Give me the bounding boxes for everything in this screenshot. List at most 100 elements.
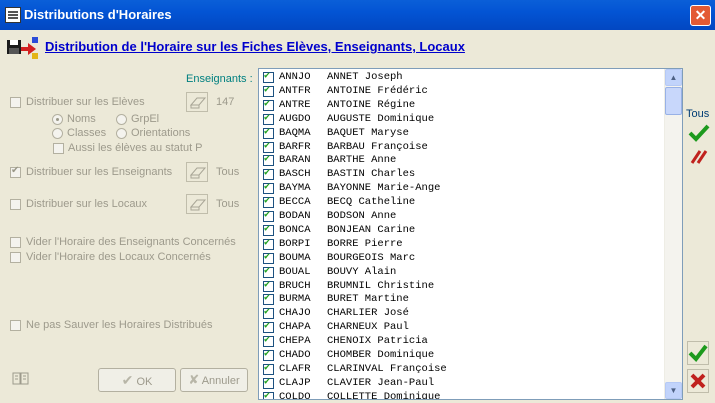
list-item-code: ANNJO xyxy=(279,71,311,83)
list-item-checkbox[interactable] xyxy=(263,167,274,181)
enseignants-scope: Tous xyxy=(216,166,240,178)
vider-locaux-checkbox[interactable] xyxy=(10,252,21,263)
scroll-down-button[interactable]: ▼ xyxy=(665,382,682,399)
distribuer-eleves-checkbox[interactable] xyxy=(10,97,21,108)
list-item[interactable]: BAQMA BAQUET Maryse xyxy=(259,126,669,141)
check-icon: ✔ xyxy=(121,372,134,388)
list-item-checkbox[interactable] xyxy=(263,70,274,83)
confirm-button[interactable] xyxy=(687,341,709,365)
list-item-code: CLAJP xyxy=(279,376,311,389)
book-icon[interactable] xyxy=(12,372,30,385)
list-item[interactable]: ANTFR ANTOINE Frédéric xyxy=(259,84,669,99)
eraser-button-locaux[interactable] xyxy=(186,194,208,214)
distribuer-locaux-checkbox[interactable] xyxy=(10,199,21,210)
radio-orientations[interactable] xyxy=(116,128,127,139)
distribuer-enseignants-label: Distribuer sur les Enseignants xyxy=(26,166,173,178)
list-item[interactable]: CHADO CHOMBER Dominique xyxy=(259,348,669,363)
list-item-checkbox[interactable] xyxy=(263,98,274,111)
list-item-name: CLARINVAL Françoise xyxy=(327,362,447,375)
list-item[interactable]: BOUMA BOURGEOIS Marc xyxy=(259,251,669,266)
scroll-thumb[interactable] xyxy=(665,87,682,115)
cancel-button[interactable] xyxy=(687,369,709,393)
annuler-button[interactable]: ✘ Annuler xyxy=(180,368,248,392)
list-item-checkbox[interactable] xyxy=(263,390,274,399)
list-item[interactable]: BORPI BORRE Pierre xyxy=(259,237,669,252)
vider-enseignants-checkbox[interactable] xyxy=(10,237,21,248)
eraser-button-eleves[interactable] xyxy=(186,92,208,112)
list-item[interactable]: BONCA BONJEAN Carine xyxy=(259,223,669,238)
page-title[interactable]: Distribution de l'Horaire sur les Fiches… xyxy=(45,39,465,54)
list-item-checkbox[interactable] xyxy=(263,209,274,222)
list-item-code: CHAPA xyxy=(279,321,311,334)
eraser-button-enseignants[interactable] xyxy=(186,162,208,182)
list-item[interactable]: BARAN BARTHE Anne xyxy=(259,153,669,168)
list-item-checkbox[interactable] xyxy=(263,279,274,292)
list-item-checkbox[interactable] xyxy=(263,376,274,389)
list-item-checkbox[interactable] xyxy=(263,84,274,97)
list-item[interactable]: BAYMA BAYONNE Marie-Ange xyxy=(259,181,669,196)
list-item-name: BAQUET Maryse xyxy=(327,126,409,139)
list-item[interactable]: CHAPA CHARNEUX Paul xyxy=(259,320,669,335)
list-item-checkbox[interactable] xyxy=(263,140,274,153)
list-item-checkbox[interactable] xyxy=(263,195,274,209)
list-item[interactable]: BECCA BECQ Catheline xyxy=(259,195,669,210)
uncheck-all-icon[interactable] xyxy=(688,147,710,167)
ne-pas-sauver-checkbox[interactable] xyxy=(10,320,21,331)
list-item[interactable]: AUGDO AUGUSTE Dominique xyxy=(259,112,669,127)
list-item[interactable]: BRUCH BRUMNIL Christine xyxy=(259,279,669,294)
list-item-name: BORRE Pierre xyxy=(327,237,403,250)
check-all-icon[interactable] xyxy=(688,123,710,143)
radio-classes-label: Classes xyxy=(67,127,107,139)
list-item-checkbox[interactable] xyxy=(263,292,274,306)
list-item[interactable]: BODAN BODSON Anne xyxy=(259,209,669,224)
window-title: Distributions d'Horaires xyxy=(24,7,172,22)
list-item-checkbox[interactable] xyxy=(263,251,274,264)
locaux-scope: Tous xyxy=(216,198,240,210)
list-item[interactable]: CHAJO CHARLIER José xyxy=(259,306,669,321)
list-item[interactable]: COLDO COLLETTE Dominique xyxy=(259,390,669,399)
list-item-name: AUGUSTE Dominique xyxy=(327,112,435,125)
list-item[interactable]: CLAJP CLAVIER Jean-Paul xyxy=(259,376,669,391)
list-item[interactable]: BASCH BASTIN Charles xyxy=(259,167,669,182)
list-item-code: BODAN xyxy=(279,210,311,222)
list-item-checkbox[interactable] xyxy=(263,153,274,167)
list-item-code: BOUMA xyxy=(279,251,311,264)
list-item-checkbox[interactable] xyxy=(263,306,274,320)
list-item-checkbox[interactable] xyxy=(263,362,274,375)
list-item-code: BONCA xyxy=(279,223,311,236)
statut-p-checkbox[interactable] xyxy=(53,143,64,154)
list-item[interactable]: BARFR BARBAU Françoise xyxy=(259,140,669,155)
list-item-name: BASTIN Charles xyxy=(327,168,416,181)
scrollbar[interactable]: ▲ ▼ xyxy=(664,69,682,399)
list-item-checkbox[interactable] xyxy=(263,265,274,278)
enseignants-list[interactable]: ANNJO ANNET JosephANTFRANTOINE FrédéricAN… xyxy=(258,68,683,400)
list-item-checkbox[interactable] xyxy=(263,348,274,361)
ok-button[interactable]: ✔ OK xyxy=(98,368,176,392)
distribuer-enseignants-checkbox[interactable] xyxy=(10,165,21,178)
list-item-name: ANNET Joseph xyxy=(327,71,403,83)
list-item-name: CHOMBER Dominique xyxy=(327,349,435,361)
list-item-checkbox[interactable] xyxy=(263,112,274,125)
list-item-code: CHADO xyxy=(279,349,311,361)
eleves-count: 147 xyxy=(216,96,235,108)
tous-label: Tous xyxy=(686,108,710,120)
radio-noms[interactable] xyxy=(52,114,63,125)
list-item[interactable]: ANNJO ANNET Joseph xyxy=(259,70,669,85)
radio-classes[interactable] xyxy=(52,128,63,139)
list-item[interactable]: CLAFR CLARINVAL Françoise xyxy=(259,362,669,377)
list-item-name: CHARLIER José xyxy=(327,307,409,320)
list-item-checkbox[interactable] xyxy=(263,320,274,334)
close-button[interactable]: ✕ xyxy=(690,5,711,26)
list-item-checkbox[interactable] xyxy=(263,223,274,236)
list-item[interactable]: ANTRE ANTOINE Régine xyxy=(259,98,669,113)
list-item-checkbox[interactable] xyxy=(263,181,274,195)
scroll-up-button[interactable]: ▲ xyxy=(665,69,682,86)
list-item[interactable]: BOUAL BOUVY Alain xyxy=(259,265,669,280)
radio-grpel[interactable] xyxy=(116,114,127,125)
list-item[interactable]: BURMA BURET Martine xyxy=(259,292,669,307)
list-item[interactable]: CHEPA CHENOIX Patricia xyxy=(259,334,669,349)
list-item-checkbox[interactable] xyxy=(263,126,274,139)
list-item-checkbox[interactable] xyxy=(263,237,274,250)
list-item-checkbox[interactable] xyxy=(263,334,274,348)
list-item-name: BARBAU Françoise xyxy=(327,140,428,153)
